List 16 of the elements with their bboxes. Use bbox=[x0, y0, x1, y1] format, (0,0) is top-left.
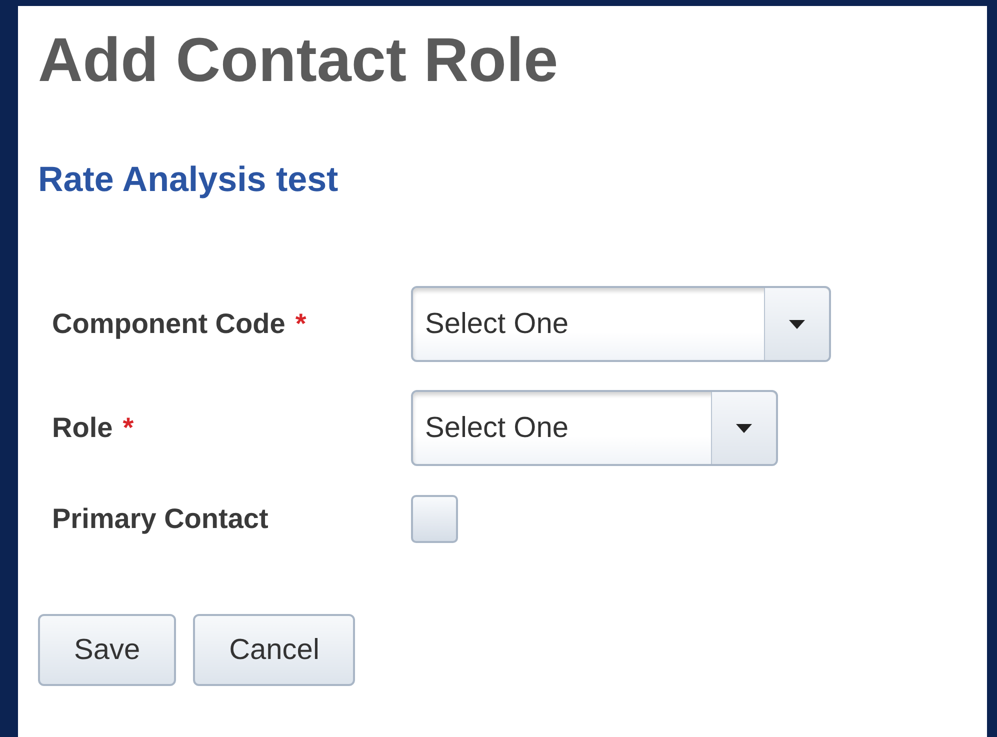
field-label: Role bbox=[52, 412, 113, 444]
checkbox[interactable] bbox=[411, 495, 458, 543]
required-mark: * bbox=[295, 308, 306, 340]
page-title: Add Contact Role bbox=[38, 25, 560, 97]
form-button[interactable]: Cancel bbox=[193, 614, 356, 686]
subtitle: Rate Analysis test bbox=[38, 159, 340, 201]
select-field[interactable]: Select One bbox=[411, 286, 831, 362]
field-label: Component Code bbox=[52, 308, 286, 340]
field-label: Primary Contact bbox=[52, 503, 268, 535]
caret-icon bbox=[736, 424, 752, 432]
select-field[interactable]: Select One bbox=[411, 390, 778, 466]
select-value: Select One bbox=[424, 410, 570, 446]
required-mark: * bbox=[122, 412, 134, 444]
caret-icon bbox=[789, 320, 805, 328]
select-value: Select One bbox=[424, 306, 570, 342]
form-button[interactable]: Save bbox=[38, 614, 176, 686]
